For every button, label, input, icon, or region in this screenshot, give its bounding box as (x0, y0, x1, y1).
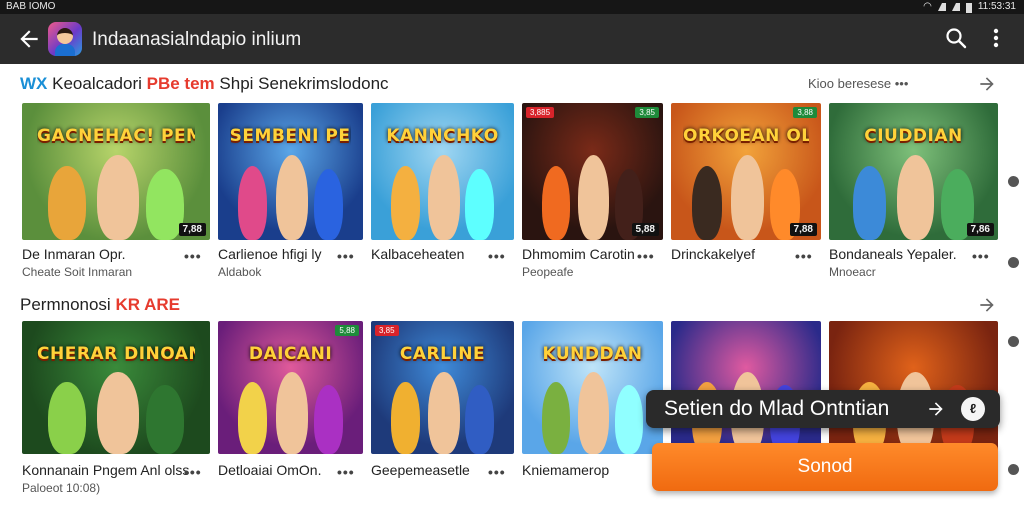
game-logo-text: CIUDDIAN (864, 126, 963, 147)
section-1-main: Keoalcadori (52, 74, 142, 93)
next-section-peek (20, 506, 140, 512)
game-logo-text: KANNCHKO (386, 126, 499, 147)
signal-icon (937, 3, 946, 11)
scroll-dot[interactable] (1008, 464, 1019, 475)
overflow-menu-icon[interactable]: ••• (488, 464, 506, 480)
app-icon (48, 22, 82, 56)
section-2-main: Permnonosi (20, 295, 111, 314)
primary-button[interactable]: Sonod (652, 443, 998, 491)
game-subtitle: Mnoeacr (829, 265, 876, 279)
game-subtitle: Paloeot 10:08) (22, 481, 101, 495)
game-thumbnail[interactable]: CIUDDIAN 7,86 (829, 103, 998, 240)
game-logo-text: ORKOEAN OLDEAN (683, 126, 809, 147)
game-title: Kalbaceheaten (371, 246, 465, 262)
section-1-see-more[interactable]: Kioo beresese ••• (808, 76, 908, 91)
wifi-icon: ◠ (923, 1, 932, 12)
game-logo-text: KUNDDAN (542, 343, 643, 364)
scroll-dot[interactable] (1008, 336, 1019, 347)
game-thumbnail[interactable]: KANNCHKO (371, 103, 514, 240)
rating-badge: 7,88 (789, 223, 817, 236)
game-title: Detloaiai OmOn. (218, 462, 322, 478)
overflow-menu-icon[interactable]: ••• (337, 248, 355, 264)
overflow-menu-icon[interactable]: ••• (637, 248, 655, 264)
app-title: Indaanasialndapio inlium (92, 29, 302, 50)
game-logo-text: SEMBENI PENEIN (229, 126, 352, 147)
game-thumbnail[interactable]: CHERAR DINOAN (22, 321, 210, 454)
rating-badge: 7,86 (966, 223, 994, 236)
game-subtitle: Aldabok (218, 265, 262, 279)
status-clock: 11:53:31 (977, 1, 1016, 12)
status-left-text: BAB IOMO (6, 1, 56, 12)
corner-badge-right: 5,88 (335, 325, 359, 336)
game-thumbnail[interactable]: KUNDDAN (522, 321, 663, 454)
rating-badge: 5,88 (631, 223, 659, 236)
status-icons: ◠ 11:53:31 (923, 0, 1016, 14)
game-subtitle: Peopeafe (522, 265, 574, 279)
arrow-right-icon[interactable] (926, 399, 946, 419)
section-2-highlight: KR ARE (115, 295, 180, 314)
scroll-dot[interactable] (1008, 257, 1019, 268)
corner-badge-left: 3,885 (526, 107, 555, 118)
game-title: Konnanain Pngem Anl olss (22, 462, 190, 478)
scroll-dot[interactable] (1008, 176, 1019, 187)
search-icon[interactable] (944, 26, 968, 50)
game-subtitle: Cheate Soit Inmaran (22, 265, 133, 279)
game-thumbnail[interactable] (829, 321, 998, 454)
section-2-arrow-icon[interactable] (977, 295, 997, 315)
overflow-menu-icon[interactable]: ••• (337, 464, 355, 480)
signal-icon-2 (951, 3, 960, 11)
status-bar: BAB IOMO ◠ 11:53:31 (0, 0, 1024, 14)
arrow-left-icon[interactable] (16, 26, 42, 52)
game-thumbnail[interactable]: ORKOEAN OLDEAN 7,88 3,88 (671, 103, 821, 240)
overflow-menu-icon[interactable]: ••• (184, 248, 202, 264)
more-vert-icon[interactable] (986, 26, 1006, 50)
section-1-highlight: PBe tem (146, 74, 215, 93)
game-thumbnail[interactable]: DAICANI 5,88 (218, 321, 363, 454)
section-1-arrow-icon[interactable] (977, 74, 997, 94)
snackbar-round-button[interactable]: ℓ (961, 397, 985, 421)
corner-badge-right: 3,88 (793, 107, 817, 118)
corner-badge-left: 3,85 (375, 325, 399, 336)
game-logo-text: GACNEHAC! PEMANC (37, 126, 195, 147)
game-title: Kniemamerop (522, 462, 610, 478)
game-thumbnail[interactable]: CARLINE 3,85 (371, 321, 514, 454)
rating-badge: 7,88 (178, 223, 206, 236)
overflow-menu-icon[interactable]: ••• (488, 248, 506, 264)
section-1-prefix: WX (20, 74, 48, 93)
game-title: Geepemeasetle (371, 462, 470, 478)
section-1-rest: Shpi Senekrimslodonc (219, 74, 389, 93)
snackbar[interactable]: Setien do Mlad Ontntian ℓ (646, 390, 1000, 428)
game-thumbnail[interactable]: 5,88 3,885 3,85 (522, 103, 663, 240)
app-bar: Indaanasialndapio inlium (0, 14, 1024, 64)
game-logo-text: CARLINE (399, 343, 486, 364)
game-title: Dhmomim Carotin (522, 246, 635, 262)
section-1-title: WX Keoalcadori PBe tem Shpi Senekrimslod… (20, 74, 389, 94)
game-title: De Inmaran Opr. (22, 246, 126, 262)
game-thumbnail[interactable]: GACNEHAC! PEMANC 7,88 (22, 103, 210, 240)
game-thumbnail[interactable]: SEMBENI PENEIN (218, 103, 363, 240)
game-title: Bondaneals Yepaler. (829, 246, 957, 262)
section-2-title: Permnonosi KR ARE (20, 295, 180, 315)
corner-badge-right: 3,85 (635, 107, 659, 118)
game-title: Drinckakelyef (671, 246, 756, 262)
game-thumbnail[interactable] (671, 321, 821, 454)
battery-icon (965, 3, 972, 13)
game-logo-text: DAICANI (248, 343, 333, 364)
overflow-menu-icon[interactable]: ••• (184, 464, 202, 480)
game-logo-text: CHERAR DINOAN (37, 343, 195, 364)
overflow-menu-icon[interactable]: ••• (795, 248, 813, 264)
overflow-menu-icon[interactable]: ••• (972, 248, 990, 264)
game-title: Carlienoe hfigi ly (218, 246, 322, 262)
snackbar-text: Setien do Mlad Ontntian (664, 397, 890, 420)
